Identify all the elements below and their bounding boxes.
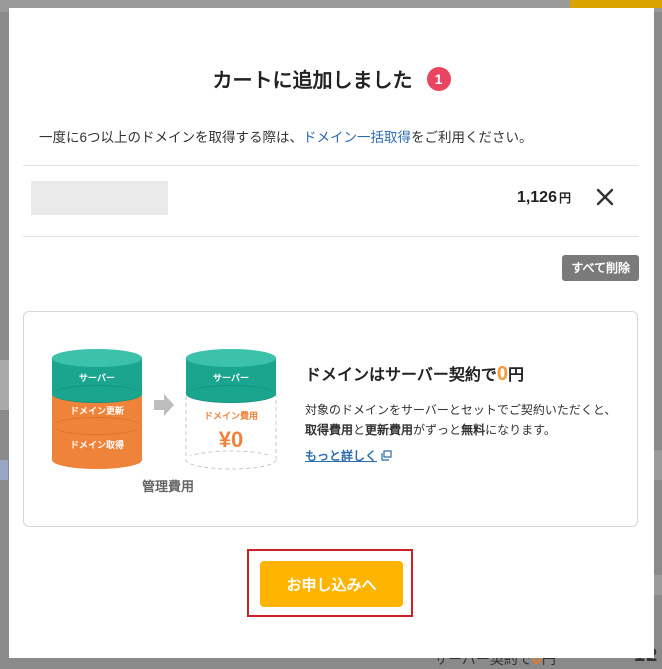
remove-item-button[interactable] (593, 185, 617, 209)
submit-highlight-frame: お申し込みへ (247, 549, 413, 617)
bulk-notice: 一度に6つ以上のドメインを取得する際は、ドメイン一括取得をご利用ください。 (39, 130, 533, 145)
background-yellow-button (570, 0, 662, 8)
right-free-amount: ¥0 (219, 427, 243, 452)
modal-title: カートに追加しました (212, 70, 413, 92)
right-domain-fee-label: ドメイン費用 (204, 410, 258, 421)
proceed-to-application-button[interactable]: お申し込みへ (260, 561, 403, 607)
modal-header: カートに追加しました 1 (9, 64, 654, 93)
close-icon (596, 188, 614, 206)
promo-title: ドメインはサーバー契約で0円 (305, 363, 524, 385)
background-fragment (0, 460, 8, 480)
learn-more-link[interactable]: もっと詳しく (305, 447, 392, 464)
promo-description: 対象のドメインをサーバーとセットでご契約いただくと、 取得費用と更新費用がずっと… (305, 403, 617, 437)
cart-item-price: 1,126 円 (516, 189, 571, 206)
domain-name-redacted (31, 181, 168, 215)
server-bundle-promo: サーバー ドメイン更新 ドメイン取得 サーバー ドメイン費用 ¥0 管理費用 ド… (23, 311, 638, 527)
fee-comparison-illustration: サーバー ドメイン更新 ドメイン取得 サーバー ドメイン費用 ¥0 管理費用 (52, 349, 277, 494)
delete-all-button[interactable]: すべて削除 (562, 255, 639, 281)
cart-added-modal: カートに追加しました 1 一度に6つ以上のドメインを取得する際は、ドメイン一括取… (9, 8, 654, 658)
external-link-icon (381, 450, 392, 461)
divider (23, 236, 639, 237)
left-acquisition-label: ドメイン取得 (70, 439, 124, 450)
arrow-right-icon (154, 394, 174, 416)
bulk-domain-link[interactable]: ドメイン一括取得 (303, 130, 411, 145)
cart-item-row: 1,126 円 (23, 165, 639, 237)
left-renewal-label: ドメイン更新 (70, 405, 124, 416)
left-server-label: サーバー (79, 373, 115, 383)
right-server-label: サーバー (213, 373, 249, 383)
cart-count-badge: 1 (426, 66, 451, 91)
management-fee-caption: 管理費用 (142, 479, 194, 494)
